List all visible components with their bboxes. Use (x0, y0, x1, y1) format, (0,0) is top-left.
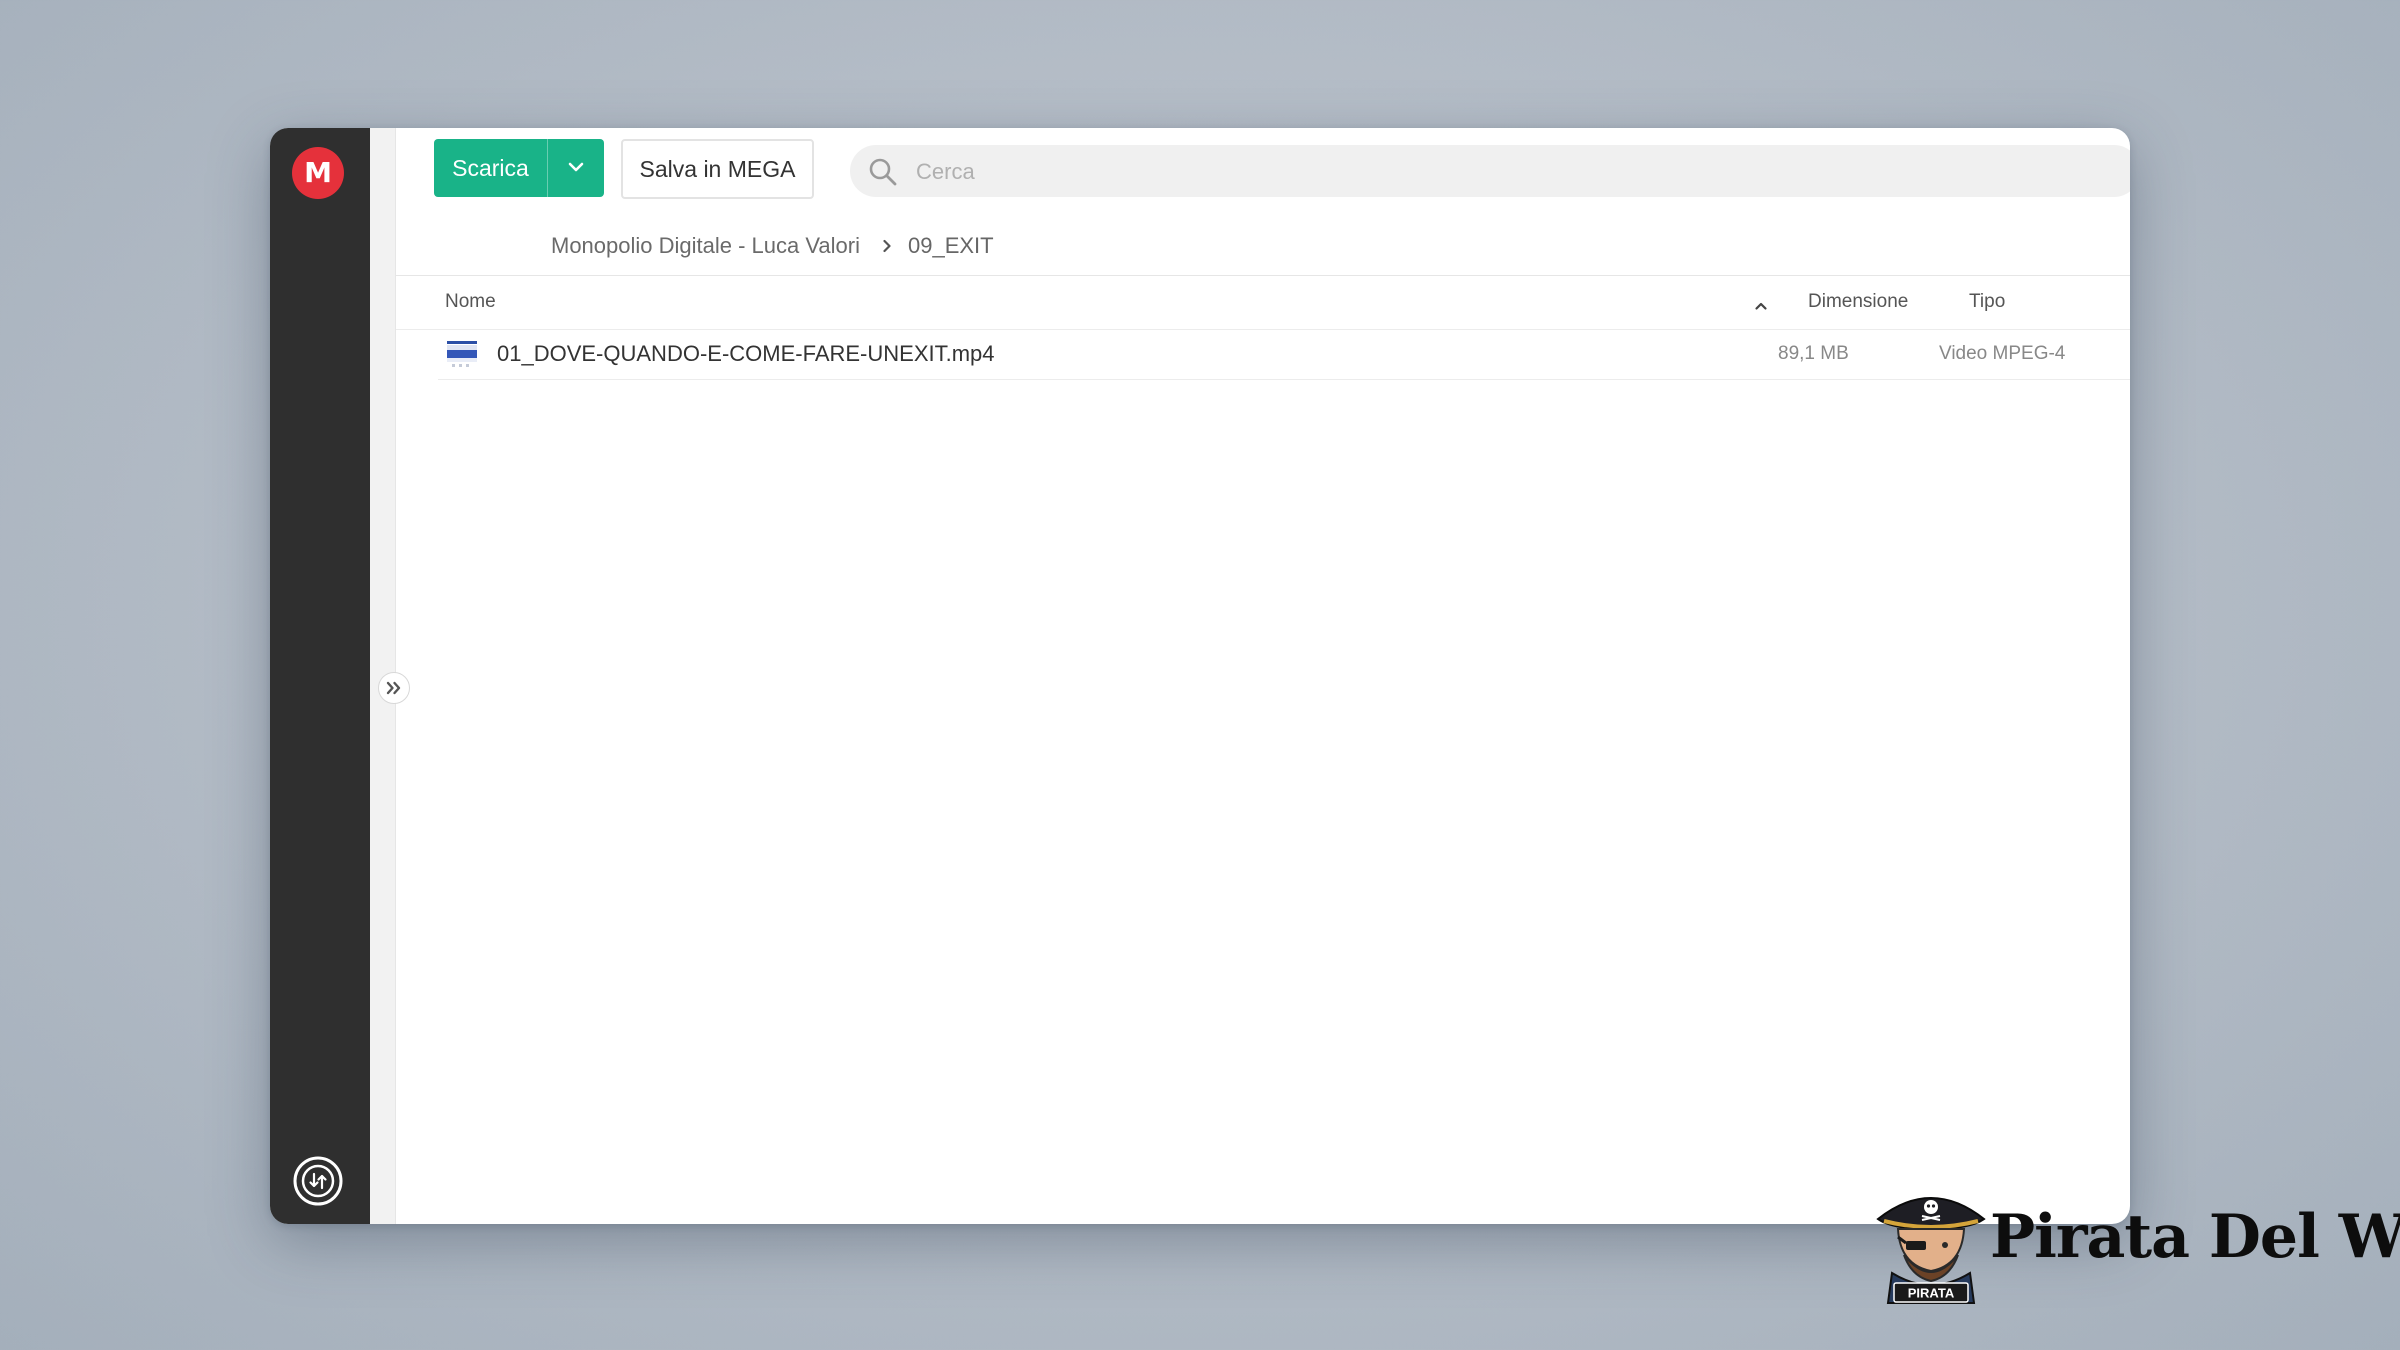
video-file-icon (447, 341, 477, 367)
header-divider (396, 275, 2130, 276)
save-to-mega-button[interactable]: Salva in MEGA (621, 139, 814, 199)
chevron-up-icon[interactable] (1751, 296, 1771, 316)
mega-app-window: M Scarica Salva in MEGA Monopolio Digita… (270, 128, 2130, 1224)
file-type: Video MPEG-4 (1939, 343, 2066, 364)
download-button-label: Scarica (452, 155, 529, 181)
file-size: 89,1 MB (1778, 343, 1849, 364)
file-name: 01_DOVE-QUANDO-E-COME-FARE-UNEXIT.mp4 (497, 341, 995, 366)
sidebar: M (270, 128, 370, 1224)
search-bar[interactable] (850, 145, 2130, 197)
breadcrumb-item-root[interactable]: Monopolio Digitale - Luca Valori (551, 233, 860, 259)
watermark-badge: PIRATA (1908, 1286, 1955, 1301)
breadcrumb: Monopolio Digitale - Luca Valori 09_EXIT (551, 224, 994, 268)
chevron-down-icon[interactable] (548, 139, 604, 197)
breadcrumb-item-current[interactable]: 09_EXIT (908, 233, 994, 259)
column-header-type[interactable]: Tipo (1969, 291, 2005, 313)
chevron-right-icon (883, 239, 891, 253)
expand-panel-button[interactable] (378, 672, 410, 704)
search-input[interactable] (914, 153, 2018, 191)
search-icon (869, 158, 897, 186)
double-chevron-right-icon (386, 681, 401, 695)
watermark-text: Pirata Del Web (1990, 1202, 2400, 1272)
download-button[interactable]: Scarica (434, 139, 604, 197)
transfer-manager-icon[interactable] (292, 1155, 344, 1207)
pirate-mascot-icon: PIRATA (1876, 1197, 1986, 1304)
column-header-size[interactable]: Dimensione (1808, 291, 1908, 313)
column-header-name[interactable]: Nome (445, 291, 496, 313)
mega-logo[interactable]: M (292, 147, 344, 199)
table-row[interactable]: 01_DOVE-QUANDO-E-COME-FARE-UNEXIT.mp4 89… (438, 330, 2130, 380)
watermark: PIRATA Pirata Del Web (1870, 1185, 2400, 1305)
